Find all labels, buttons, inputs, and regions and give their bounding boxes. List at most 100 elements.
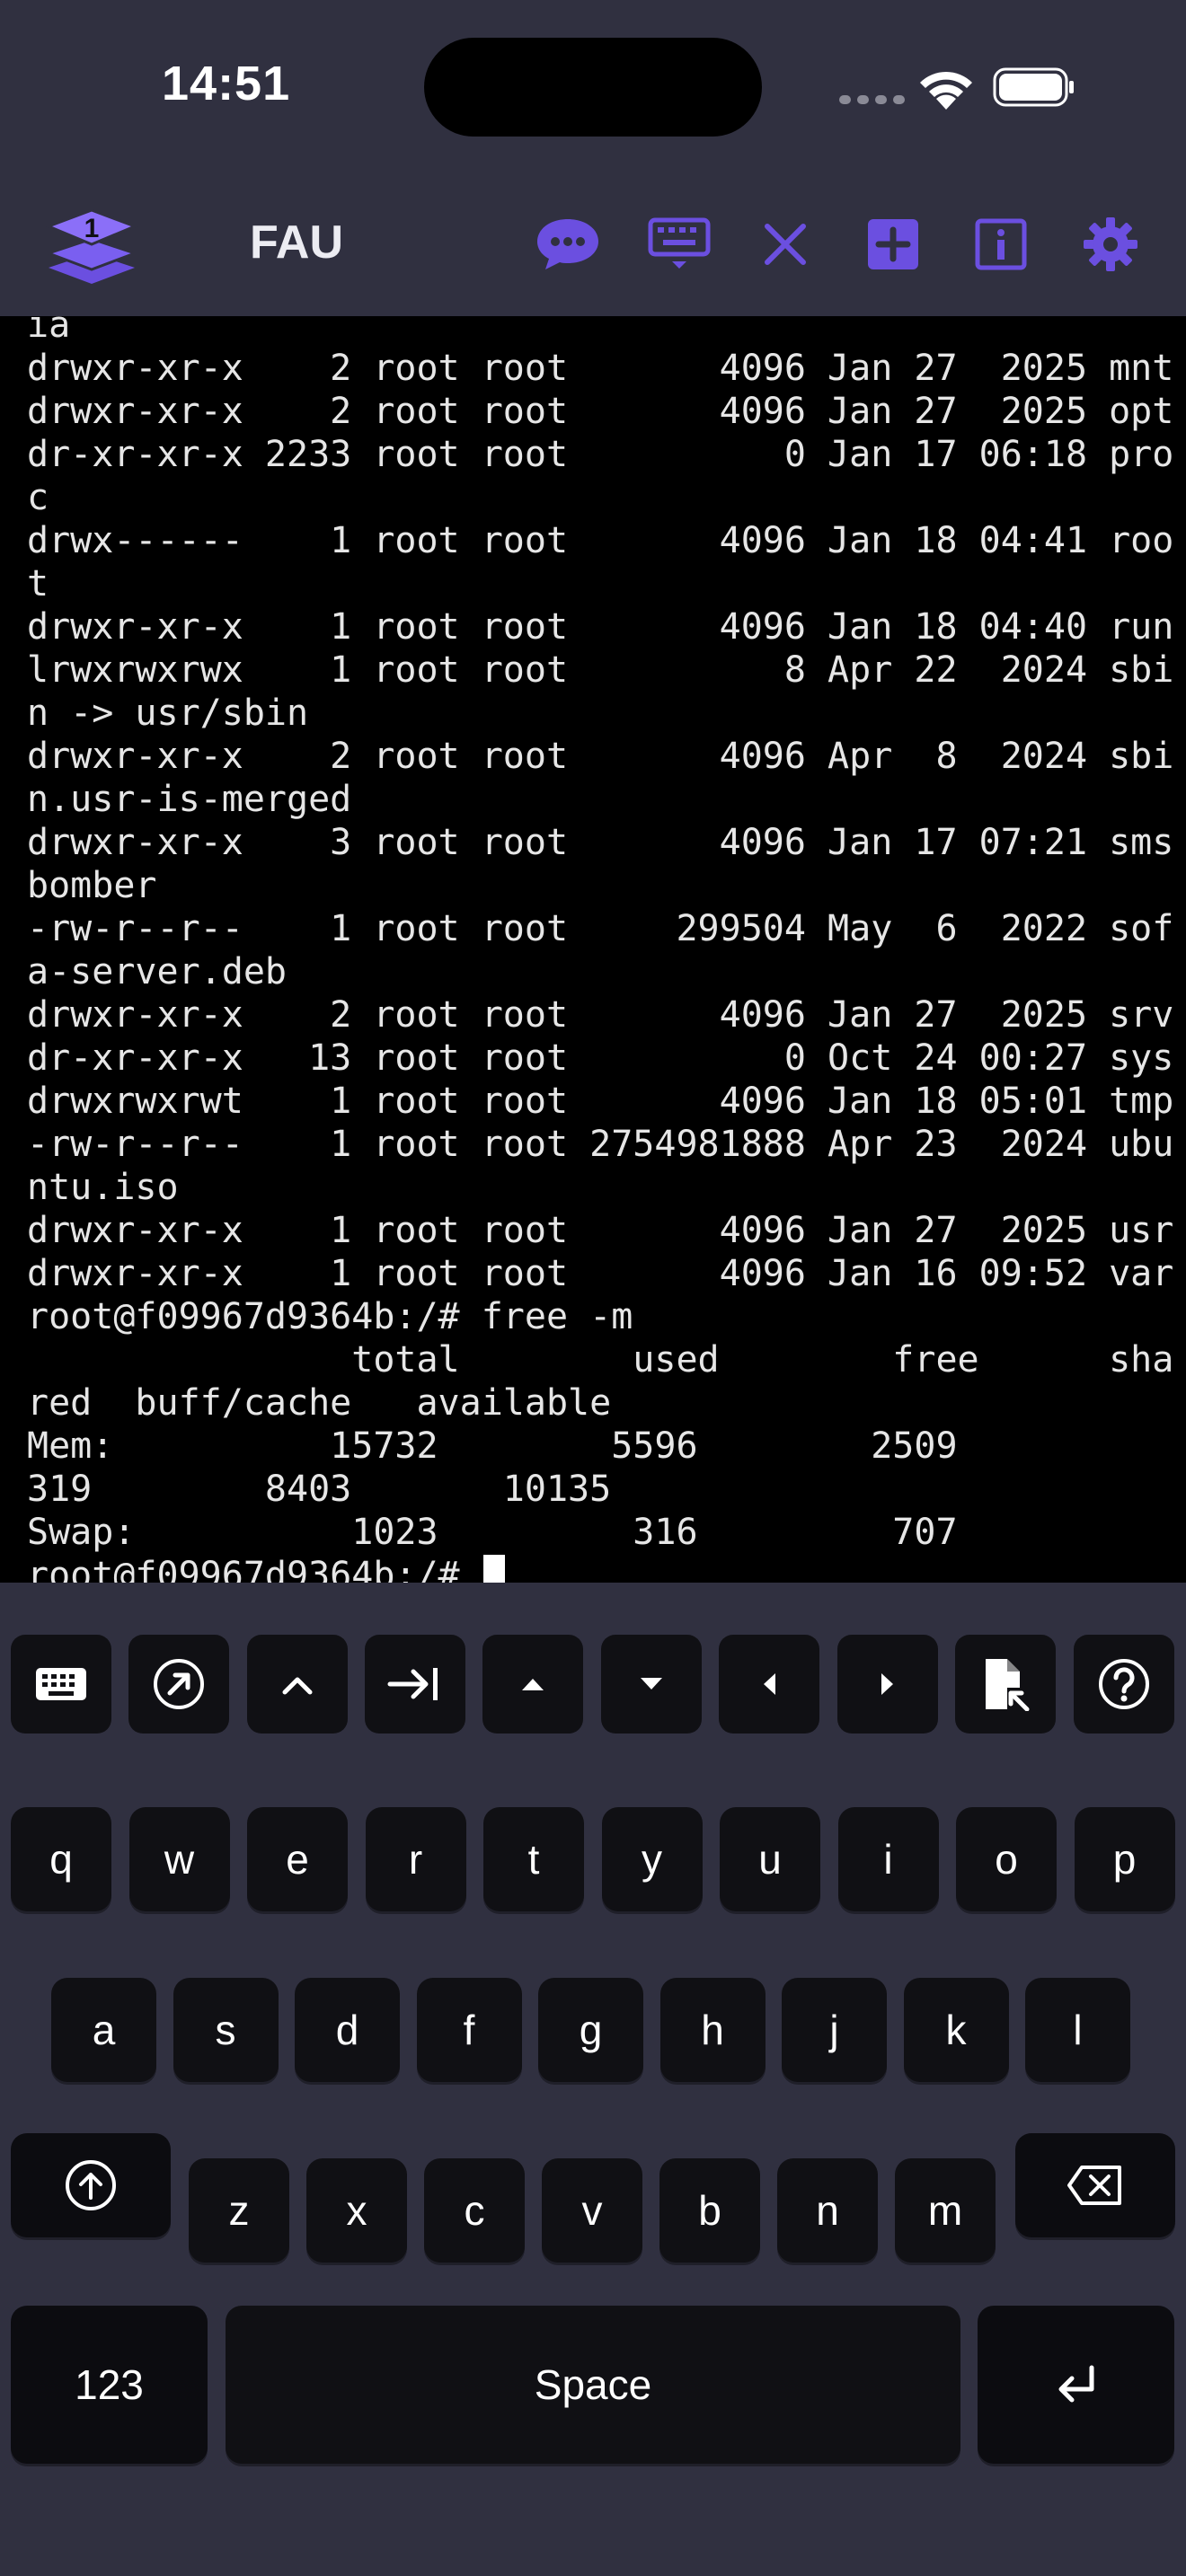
key-p[interactable]: p xyxy=(1074,1807,1175,1911)
key-label: z xyxy=(228,2187,250,2234)
shift-icon xyxy=(66,2160,116,2210)
key-s[interactable]: s xyxy=(173,1978,279,2082)
key-k[interactable]: k xyxy=(903,1978,1009,2082)
key-label: s xyxy=(215,2007,236,2053)
tab-icon xyxy=(387,1668,438,1700)
key-q[interactable]: q xyxy=(11,1807,111,1911)
terminal-line: -rw-r--r-- 1 root root 2754981888 Apr 23… xyxy=(27,1124,1174,1165)
key-label: b xyxy=(698,2187,721,2234)
key-label: m xyxy=(927,2187,963,2234)
arrow-left-icon xyxy=(764,1673,775,1695)
file-paste-icon xyxy=(986,1659,1030,1711)
key-m[interactable]: m xyxy=(895,2158,996,2263)
numbers-key-label: 123 xyxy=(75,2361,144,2408)
terminal-line: total used free sha xyxy=(27,1339,1174,1381)
help-icon xyxy=(1099,1659,1149,1709)
key-a[interactable]: a xyxy=(51,1978,156,2082)
keyboard-toggle-key[interactable] xyxy=(11,1635,111,1734)
arrow-up-key[interactable] xyxy=(482,1635,583,1734)
key-j[interactable]: j xyxy=(782,1978,887,2082)
key-e[interactable]: e xyxy=(247,1807,348,1911)
space-key[interactable]: Space xyxy=(226,2306,960,2464)
paste-key[interactable] xyxy=(955,1635,1056,1734)
key-u[interactable]: u xyxy=(720,1807,820,1911)
terminal-line: Mem: 15732 5596 2509 xyxy=(27,1425,958,1467)
key-b[interactable]: b xyxy=(659,2158,760,2263)
arrow-right-key[interactable] xyxy=(837,1635,938,1734)
key-x[interactable]: x xyxy=(306,2158,407,2263)
key-y[interactable]: y xyxy=(601,1807,703,1911)
compass-arrow-icon xyxy=(154,1659,204,1709)
key-label: d xyxy=(335,2007,359,2053)
space-key-label: Space xyxy=(534,2361,652,2408)
key-w[interactable]: w xyxy=(128,1807,230,1911)
terminal-line: drwxr-xr-x 2 root root 4096 Jan 27 2025 … xyxy=(27,391,1174,432)
key-label: y xyxy=(642,1836,662,1883)
app-title: FAU xyxy=(250,216,343,269)
terminal-line: a-server.deb xyxy=(27,951,287,992)
software-keyboard: 123 Space q w e r t y u i o p a s d f g h j k l z x c v b n m xyxy=(0,1734,1186,2576)
key-r[interactable]: r xyxy=(365,1807,466,1911)
chat-bubble-icon[interactable] xyxy=(532,210,604,278)
arrow-down-key[interactable] xyxy=(601,1635,702,1734)
keyboard-icon[interactable] xyxy=(643,210,715,278)
key-g[interactable]: g xyxy=(538,1978,643,2082)
key-o[interactable]: o xyxy=(956,1807,1057,1911)
terminal-line: dr-xr-xr-x 2233 root root 0 Jan 17 06:18… xyxy=(27,434,1174,475)
key-h[interactable]: h xyxy=(659,1978,766,2082)
terminal-line: ntu.iso xyxy=(27,1167,179,1208)
key-label: j xyxy=(829,2007,839,2053)
settings-icon[interactable] xyxy=(1075,210,1146,278)
key-label: x xyxy=(346,2187,367,2234)
keyboard-toggle-icon xyxy=(36,1668,86,1700)
key-label: a xyxy=(92,2007,116,2053)
numbers-key[interactable]: 123 xyxy=(11,2306,208,2464)
key-label: n xyxy=(816,2187,839,2234)
key-d[interactable]: d xyxy=(295,1978,400,2082)
key-label: c xyxy=(464,2187,485,2234)
key-i[interactable]: i xyxy=(837,1807,939,1911)
key-z[interactable]: z xyxy=(189,2158,289,2263)
arrow-left-key[interactable] xyxy=(719,1635,819,1734)
key-l[interactable]: l xyxy=(1025,1978,1130,2082)
escape-key[interactable] xyxy=(128,1635,229,1734)
wifi-icon xyxy=(920,71,972,110)
return-key[interactable] xyxy=(978,2306,1174,2464)
key-label: l xyxy=(1073,2007,1083,2053)
key-t[interactable]: t xyxy=(483,1807,584,1911)
info-icon[interactable] xyxy=(965,210,1037,278)
session-stack-icon[interactable]: 1 xyxy=(41,203,142,289)
terminal-line: n -> usr/sbin xyxy=(27,693,309,734)
key-label: w xyxy=(164,1836,195,1883)
terminal-line: -rw-r--r-- 1 root root 299504 May 6 2022… xyxy=(27,908,1174,949)
terminal-output[interactable]: ia drwxr-xr-x 2 root root 4096 Jan 27 202… xyxy=(0,316,1186,1583)
key-n[interactable]: n xyxy=(777,2158,878,2263)
key-v[interactable]: v xyxy=(542,2158,642,2263)
key-label: h xyxy=(701,2007,724,2053)
terminal-line: drwxr-xr-x 2 root root 4096 Jan 27 2025 … xyxy=(27,348,1174,389)
app-toolbar: 1 FAU xyxy=(0,171,1186,316)
tab-key[interactable] xyxy=(365,1635,465,1734)
add-icon[interactable] xyxy=(857,210,929,278)
key-label: r xyxy=(408,1836,423,1883)
terminal-line: drwxr-xr-x 1 root root 4096 Jan 18 04:40… xyxy=(27,606,1174,648)
key-label: v xyxy=(581,2187,603,2234)
terminal-line: drwxr-xr-x 1 root root 4096 Jan 27 2025 … xyxy=(27,1210,1174,1251)
terminal-accessory-bar xyxy=(0,1583,1186,1734)
key-c[interactable]: c xyxy=(424,2158,525,2263)
key-f[interactable]: f xyxy=(416,1978,522,2082)
terminal-line: ia xyxy=(27,316,71,346)
terminal-line: bomber xyxy=(27,865,157,906)
shift-key[interactable] xyxy=(11,2133,171,2237)
arrow-up-icon xyxy=(522,1679,544,1690)
terminal-cursor xyxy=(482,1555,505,1583)
close-icon[interactable] xyxy=(749,210,821,278)
terminal-line: dr-xr-xr-x 13 root root 0 Oct 24 00:27 s… xyxy=(27,1037,1174,1079)
key-label: g xyxy=(579,2007,603,2053)
backspace-key[interactable] xyxy=(1015,2133,1175,2237)
battery-icon xyxy=(993,67,1074,107)
help-key[interactable] xyxy=(1074,1635,1174,1734)
terminal-line: lrwxrwxrwx 1 root root 8 Apr 22 2024 sbi xyxy=(27,649,1174,691)
terminal-line: n.usr-is-merged xyxy=(27,779,352,820)
control-key[interactable] xyxy=(247,1635,348,1734)
